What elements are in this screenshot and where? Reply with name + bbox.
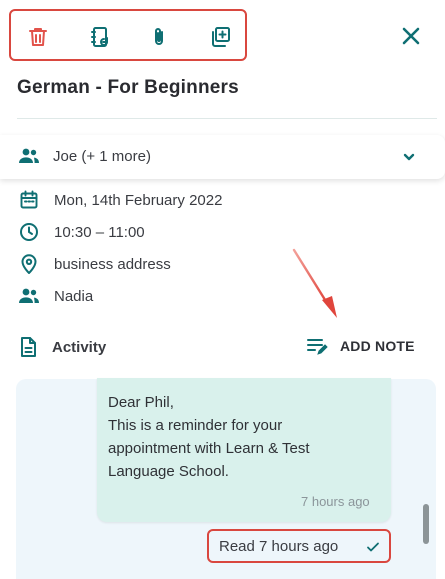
add-note-icon <box>306 336 328 356</box>
divider <box>17 118 437 119</box>
message-line: Language School. <box>108 463 229 480</box>
trash-icon <box>29 28 47 46</box>
attendees-dropdown[interactable]: Joe (+ 1 more) <box>0 135 445 179</box>
page-title: German - For Beginners <box>17 77 239 98</box>
attendees-label: Joe (+ 1 more) <box>53 148 151 165</box>
add-note-button[interactable]: ADD NOTE <box>306 336 415 356</box>
date-row: Mon, 14th February 2022 <box>18 188 222 212</box>
scrollbar-thumb[interactable] <box>423 504 429 544</box>
people-icon <box>18 147 40 170</box>
time-text: 10:30 – 11:00 <box>54 223 145 241</box>
activity-label: Activity <box>52 338 107 356</box>
attachment-icon <box>155 28 163 45</box>
close-button[interactable] <box>397 22 425 50</box>
add-note-label: ADD NOTE <box>340 338 415 354</box>
duplicate-icon <box>212 27 230 47</box>
message-text: Dear Phil, This is a reminder for your a… <box>108 391 380 483</box>
message-line: appointment with Learn & Test <box>108 440 310 457</box>
close-icon <box>402 27 420 45</box>
staff-row: Nadia <box>18 284 93 308</box>
reschedule-icon <box>91 27 108 47</box>
activity-heading: Activity <box>18 336 106 358</box>
time-row: 10:30 – 11:00 <box>18 220 145 244</box>
reschedule-button[interactable] <box>87 23 115 51</box>
attach-button[interactable] <box>145 23 173 51</box>
read-status: Read 7 hours ago <box>219 538 339 555</box>
delete-button[interactable] <box>24 23 52 51</box>
chevron-down-icon <box>401 149 417 170</box>
date-text: Mon, 14th February 2022 <box>54 191 223 209</box>
people-icon <box>18 285 40 307</box>
location-row: business address <box>18 252 171 276</box>
check-icon <box>366 540 380 558</box>
location-pin-icon <box>18 253 40 275</box>
location-text: business address <box>54 255 171 273</box>
message-line: This is a reminder for your <box>108 417 283 434</box>
calendar-icon <box>18 189 40 211</box>
duplicate-button[interactable] <box>206 23 234 51</box>
message-line: Dear Phil, <box>108 394 174 411</box>
message-timestamp: 7 hours ago <box>301 494 370 509</box>
document-icon <box>18 336 38 358</box>
clock-icon <box>18 221 40 243</box>
staff-text: Nadia <box>54 287 94 305</box>
